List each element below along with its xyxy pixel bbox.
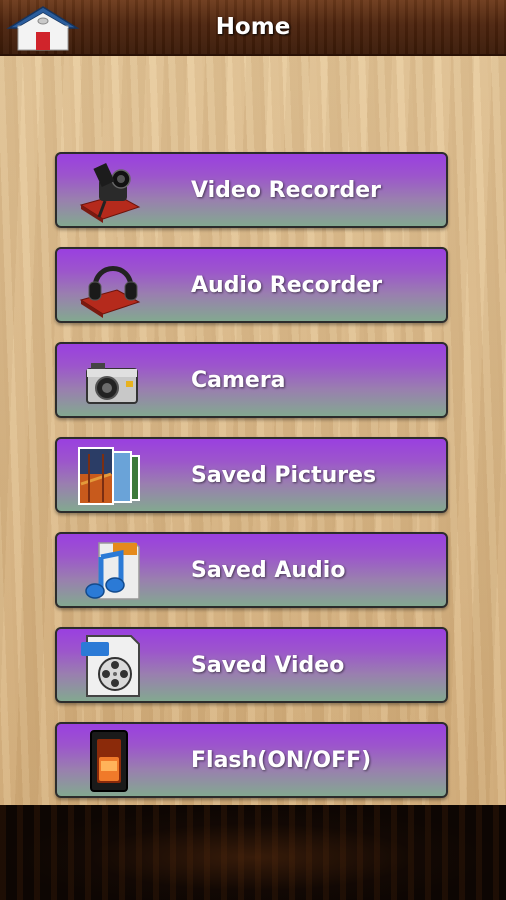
headphones-icon [79,266,141,318]
video-recorder-icon [79,162,141,223]
flash-toggle-label: Flash(ON/OFF) [191,748,372,773]
camera-icon [86,363,138,404]
audio-recorder-label: Audio Recorder [191,273,383,298]
camera-button[interactable]: Camera [55,342,448,418]
header-bar: Home [0,0,506,56]
photos-icon [78,447,140,505]
saved-audio-button[interactable]: Saved Audio [55,532,448,608]
camera-label: Camera [191,368,286,393]
video-file-icon [81,635,140,697]
audio-recorder-button[interactable]: Audio Recorder [55,247,448,323]
saved-video-label: Saved Video [191,653,345,678]
saved-audio-label: Saved Audio [191,558,346,583]
saved-video-button[interactable]: Saved Video [55,627,448,703]
music-file-icon [85,542,140,600]
saved-pictures-button[interactable]: Saved Pictures [55,437,448,513]
flash-switch-icon [90,730,128,792]
menu-area: Video Recorder Audio Recorder Camera Sav… [0,56,506,805]
page-title: Home [215,14,291,40]
video-recorder-label: Video Recorder [191,178,382,203]
footer-band [0,805,506,900]
flash-toggle-button[interactable]: Flash(ON/OFF) [55,722,448,798]
saved-pictures-label: Saved Pictures [191,463,377,488]
video-recorder-button[interactable]: Video Recorder [55,152,448,228]
